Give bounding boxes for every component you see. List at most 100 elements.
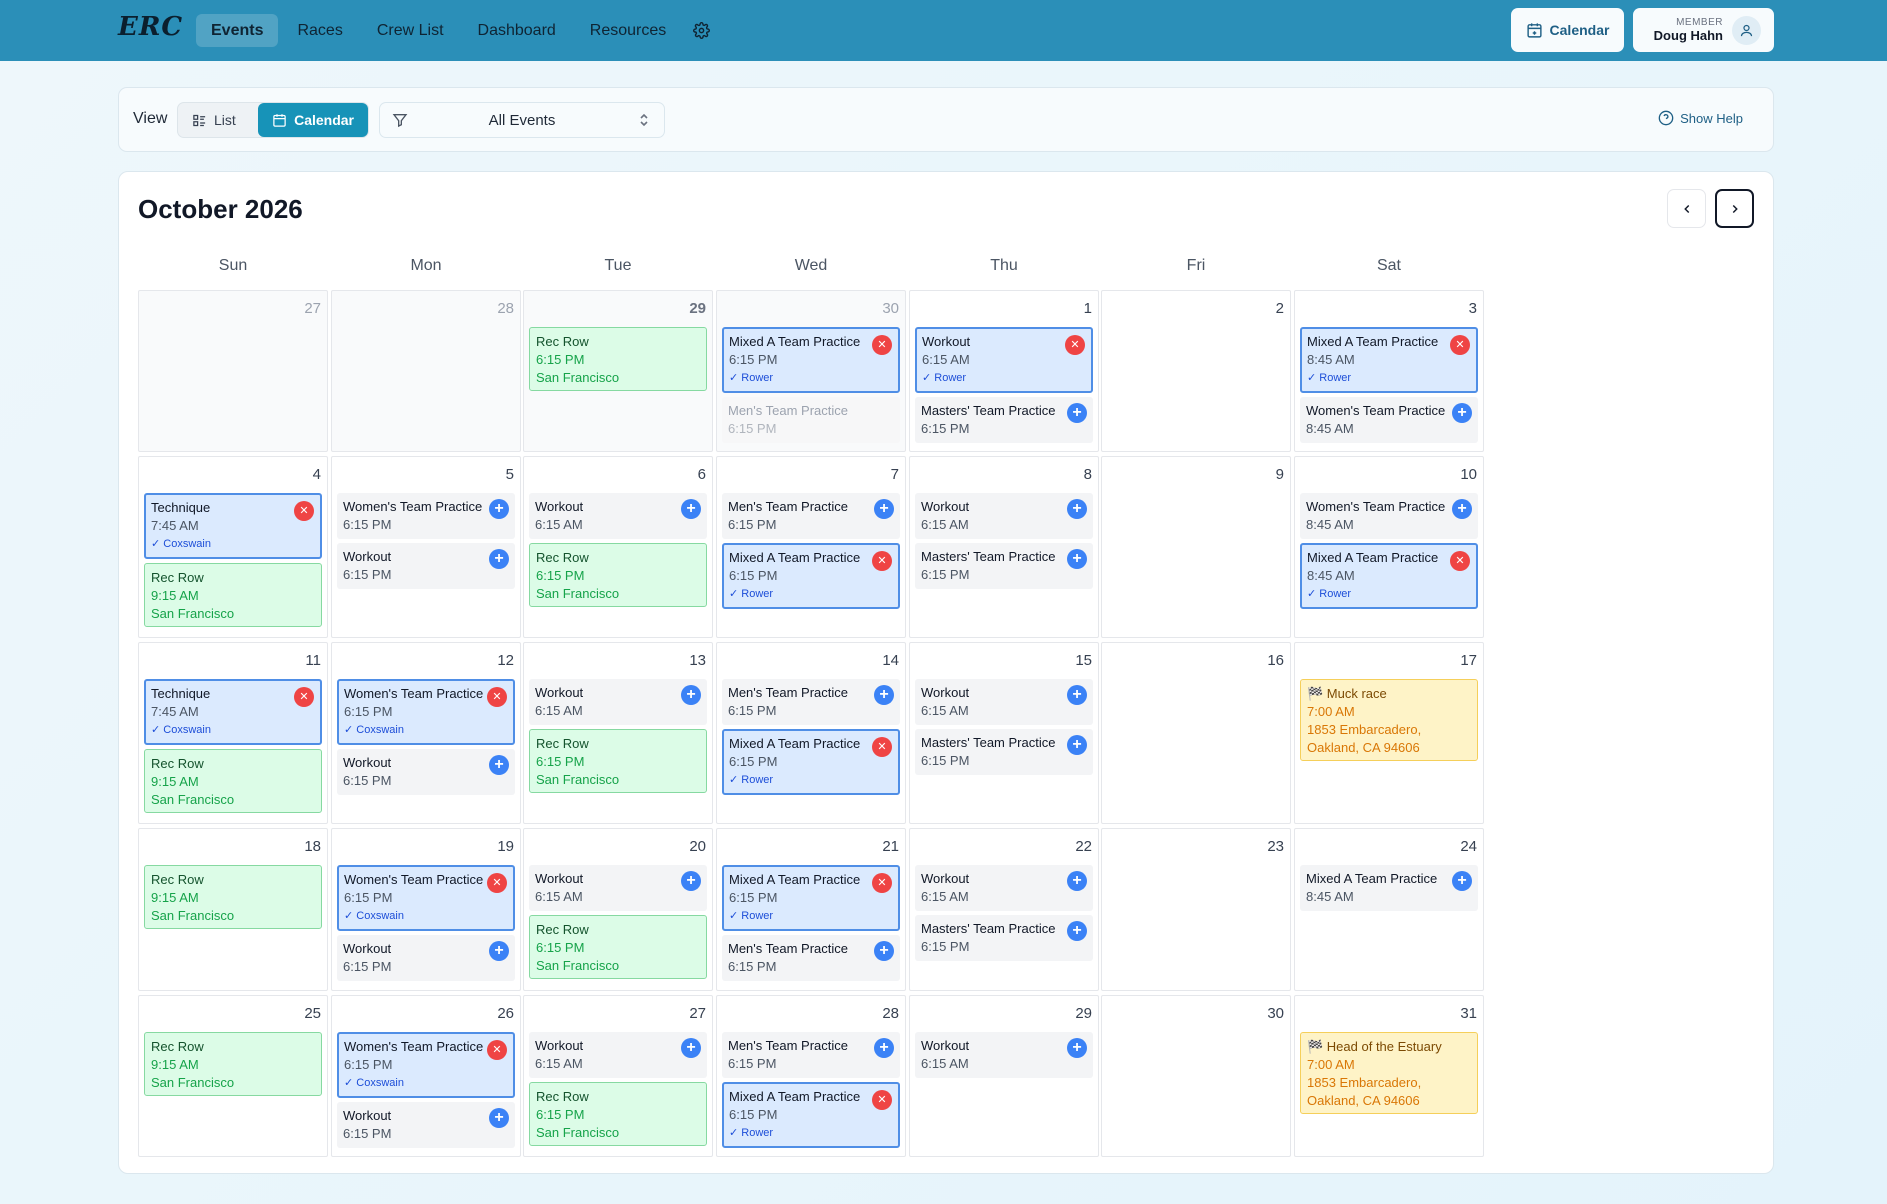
day-cell[interactable]: 29 Workout 6:15 AM + [909,995,1099,1157]
event-card[interactable]: Workout 6:15 AM + [915,1032,1093,1078]
event-card[interactable]: Masters' Team Practice 6:15 PM + [915,915,1093,961]
remove-signup-button[interactable]: ✕ [872,873,892,893]
event-card[interactable]: Men's Team Practice 6:15 PM [722,397,900,443]
day-cell[interactable]: 10 Women's Team Practice 8:45 AM + Mixed A T… [1294,456,1484,638]
event-card[interactable]: Men's Team Practice 6:15 PM + [722,493,900,539]
app-logo[interactable]: ERC [118,12,183,42]
event-card[interactable]: Rec Row 9:15 AM San Francisco [144,563,322,627]
event-card[interactable]: Workout 6:15 PM + [337,543,515,589]
event-card[interactable]: Mixed A Team Practice 8:45 AM + [1300,865,1478,911]
event-card[interactable]: Workout 6:15 AM + [915,493,1093,539]
next-month-button[interactable] [1715,189,1754,228]
day-cell[interactable]: 30 [1101,995,1291,1157]
remove-signup-button[interactable]: ✕ [872,551,892,571]
day-cell[interactable]: 28 [331,290,521,452]
day-cell[interactable]: 9 [1101,456,1291,638]
add-signup-button[interactable]: + [489,499,509,519]
remove-signup-button[interactable]: ✕ [1450,335,1470,355]
event-card[interactable]: Men's Team Practice 6:15 PM + [722,1032,900,1078]
day-cell[interactable]: 3 Mixed A Team Practice 8:45 AM ✓ Rower ✕ Wom… [1294,290,1484,452]
remove-signup-button[interactable]: ✕ [872,1090,892,1110]
event-card[interactable]: Mixed A Team Practice 6:15 PM ✓ Rower ✕ [722,729,900,795]
day-cell[interactable]: 27 Workout 6:15 AM + Rec Row 6:15 PM San Franc… [523,995,713,1157]
event-card[interactable]: Mixed A Team Practice 6:15 PM ✓ Rower ✕ [722,1082,900,1148]
remove-signup-button[interactable]: ✕ [1450,551,1470,571]
event-card[interactable]: Rec Row 6:15 PM San Francisco [529,327,707,391]
add-signup-button[interactable]: + [1067,403,1087,423]
event-card[interactable]: Workout 6:15 AM + [915,679,1093,725]
day-cell[interactable]: 8 Workout 6:15 AM + Masters' Team Practice 6:… [909,456,1099,638]
event-card[interactable]: Masters' Team Practice 6:15 PM + [915,543,1093,589]
event-card[interactable]: Workout 6:15 PM + [337,1102,515,1148]
day-cell[interactable]: 27 [138,290,328,452]
add-signup-button[interactable]: + [681,685,701,705]
nav-resources[interactable]: Resources [575,14,681,47]
top-calendar-button[interactable]: Calendar [1511,8,1624,52]
event-card[interactable]: Workout 6:15 AM + [529,679,707,725]
day-cell[interactable]: 7 Men's Team Practice 6:15 PM + Mixed A Team… [716,456,906,638]
nav-races[interactable]: Races [282,14,357,47]
remove-signup-button[interactable]: ✕ [487,1040,507,1060]
remove-signup-button[interactable]: ✕ [1065,335,1085,355]
event-card[interactable]: Technique 7:45 AM ✓ Coxswain ✕ [144,679,322,745]
calendar-view-button[interactable]: Calendar [258,103,368,137]
day-cell[interactable]: 17 🏁 Muck race 7:00 AM 1853 Embarcadero, Oa… [1294,642,1484,824]
event-card[interactable]: Technique 7:45 AM ✓ Coxswain ✕ [144,493,322,559]
add-signup-button[interactable]: + [489,755,509,775]
event-card[interactable]: Men's Team Practice 6:15 PM + [722,935,900,981]
add-signup-button[interactable]: + [681,499,701,519]
event-card[interactable]: Workout 6:15 AM + [529,493,707,539]
event-card[interactable]: Mixed A Team Practice 6:15 PM ✓ Rower ✕ [722,327,900,393]
event-card[interactable]: Workout 6:15 AM + [915,865,1093,911]
event-card[interactable]: Rec Row 9:15 AM San Francisco [144,1032,322,1096]
day-cell[interactable]: 14 Men's Team Practice 6:15 PM + Mixed A Tea… [716,642,906,824]
add-signup-button[interactable]: + [874,685,894,705]
event-card[interactable]: Women's Team Practice 8:45 AM + [1300,493,1478,539]
event-card[interactable]: Rec Row 6:15 PM San Francisco [529,729,707,793]
day-cell[interactable]: 13 Workout 6:15 AM + Rec Row 6:15 PM San Franc… [523,642,713,824]
event-card[interactable]: Mixed A Team Practice 6:15 PM ✓ Rower ✕ [722,543,900,609]
add-signup-button[interactable]: + [489,941,509,961]
day-cell[interactable]: 29 Rec Row 6:15 PM San Francisco [523,290,713,452]
day-cell[interactable]: 30 Mixed A Team Practice 6:15 PM ✓ Rower ✕ Me… [716,290,906,452]
remove-signup-button[interactable]: ✕ [872,335,892,355]
event-card[interactable]: Women's Team Practice 8:45 AM + [1300,397,1478,443]
add-signup-button[interactable]: + [1067,735,1087,755]
event-card[interactable]: Men's Team Practice 6:15 PM + [722,679,900,725]
add-signup-button[interactable]: + [1067,499,1087,519]
day-cell[interactable]: 25 Rec Row 9:15 AM San Francisco [138,995,328,1157]
event-card[interactable]: Mixed A Team Practice 8:45 AM ✓ Rower ✕ [1300,327,1478,393]
day-cell[interactable]: 18 Rec Row 9:15 AM San Francisco [138,828,328,991]
day-cell[interactable]: 23 [1101,828,1291,991]
day-cell[interactable]: 26 Women's Team Practice 6:15 PM ✓ Coxswain… [331,995,521,1157]
event-card[interactable]: Masters' Team Practice 6:15 PM + [915,397,1093,443]
event-card[interactable]: Women's Team Practice 6:15 PM ✓ Coxswain ✕ [337,679,515,745]
event-card[interactable]: Rec Row 6:15 PM San Francisco [529,543,707,607]
event-card[interactable]: Rec Row 9:15 AM San Francisco [144,749,322,813]
add-signup-button[interactable]: + [1067,1038,1087,1058]
member-menu[interactable]: MEMBER Doug Hahn [1633,8,1774,52]
add-signup-button[interactable]: + [1067,921,1087,941]
event-card[interactable]: 🏁 Head of the Estuary 7:00 AM 1853 Embarca… [1300,1032,1478,1114]
day-cell[interactable]: 4 Technique 7:45 AM ✓ Coxswain ✕ Rec Row 9:15 … [138,456,328,638]
day-cell[interactable]: 5 Women's Team Practice 6:15 PM + Workout 6:1… [331,456,521,638]
add-signup-button[interactable]: + [1067,871,1087,891]
add-signup-button[interactable]: + [1067,549,1087,569]
day-cell[interactable]: 22 Workout 6:15 AM + Masters' Team Practice 6… [909,828,1099,991]
day-cell[interactable]: 19 Women's Team Practice 6:15 PM ✓ Coxswain… [331,828,521,991]
day-cell[interactable]: 11 Technique 7:45 AM ✓ Coxswain ✕ Rec Row 9:15… [138,642,328,824]
nav-events[interactable]: Events [196,14,279,47]
add-signup-button[interactable]: + [1452,403,1472,423]
add-signup-button[interactable]: + [489,1108,509,1128]
day-cell[interactable]: 16 [1101,642,1291,824]
day-cell[interactable]: 2 [1101,290,1291,452]
remove-signup-button[interactable]: ✕ [872,737,892,757]
day-cell[interactable]: 31 🏁 Head of the Estuary 7:00 AM 1853 Embar… [1294,995,1484,1157]
remove-signup-button[interactable]: ✕ [487,687,507,707]
day-cell[interactable]: 21 Mixed A Team Practice 6:15 PM ✓ Rower ✕ Me… [716,828,906,991]
remove-signup-button[interactable]: ✕ [294,501,314,521]
event-card[interactable]: Workout 6:15 PM + [337,935,515,981]
event-card[interactable]: Masters' Team Practice 6:15 PM + [915,729,1093,775]
avatar[interactable] [1732,15,1761,45]
add-signup-button[interactable]: + [874,941,894,961]
